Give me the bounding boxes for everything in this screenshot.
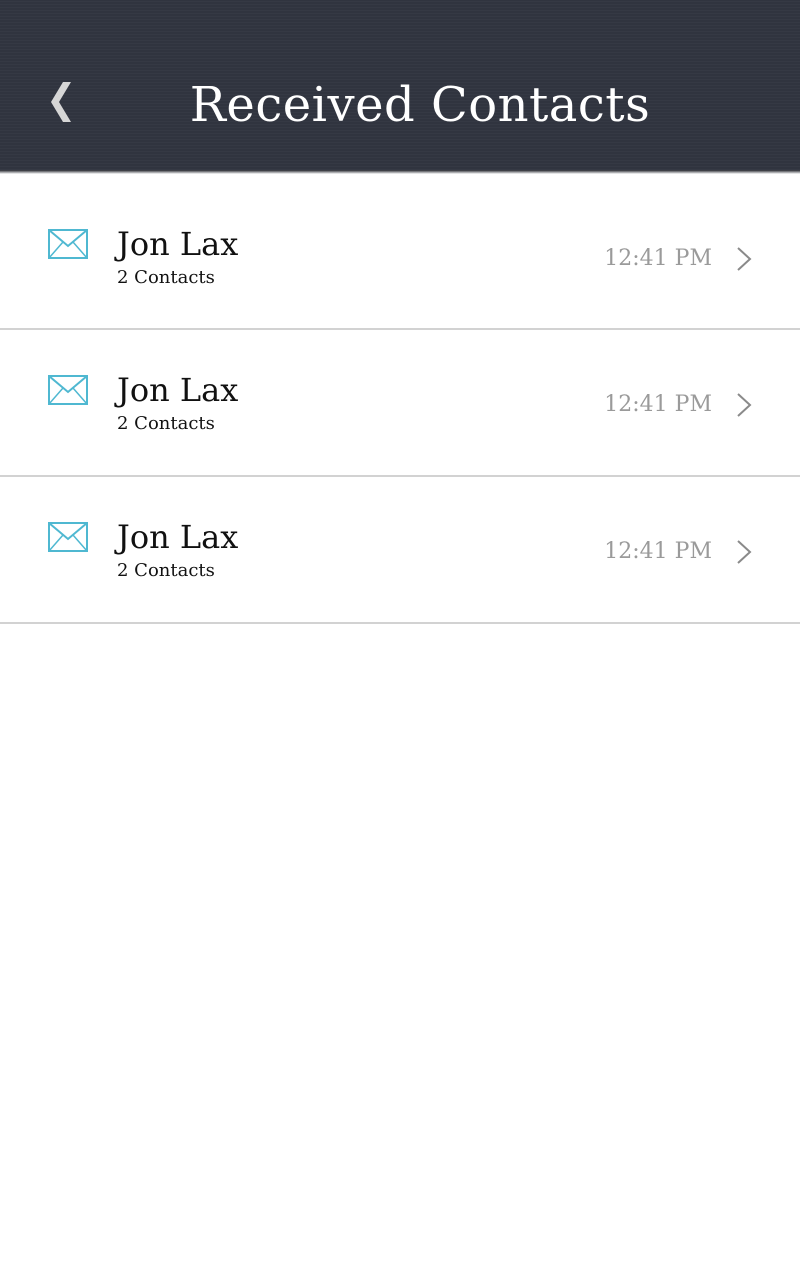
mail-icon <box>48 522 88 552</box>
list-item[interactable]: Jon Lax 2 Contacts 12:41 PM <box>0 330 800 477</box>
chevron-right-icon <box>737 393 752 417</box>
back-chevron-icon <box>51 82 71 122</box>
list-item[interactable]: Jon Lax 2 Contacts 12:41 PM <box>0 477 800 624</box>
received-time: 12:41 PM <box>604 246 712 271</box>
list-item[interactable]: Jon Lax 2 Contacts 12:41 PM <box>0 184 800 330</box>
page-title: Received Contacts <box>189 77 651 133</box>
received-contacts-list: Jon Lax 2 Contacts 12:41 PM Jon Lax 2 Co… <box>0 184 800 624</box>
contact-sender-name: Jon Lax <box>117 371 239 409</box>
contact-count: 2 Contacts <box>117 267 215 288</box>
received-time: 12:41 PM <box>604 539 712 564</box>
screen: Received Contacts Jon Lax 2 Contacts 12:… <box>0 0 800 1280</box>
contact-sender-name: Jon Lax <box>117 225 239 263</box>
header-bar: Received Contacts <box>0 0 800 170</box>
chevron-right-icon <box>737 540 752 564</box>
mail-icon <box>48 375 88 405</box>
contact-count: 2 Contacts <box>117 413 215 434</box>
mail-icon <box>48 229 88 259</box>
contact-sender-name: Jon Lax <box>117 518 239 556</box>
chevron-right-icon <box>737 247 752 271</box>
contact-count: 2 Contacts <box>117 560 215 581</box>
header-shadow <box>0 170 800 174</box>
received-time: 12:41 PM <box>604 392 712 417</box>
back-button[interactable] <box>36 70 86 134</box>
